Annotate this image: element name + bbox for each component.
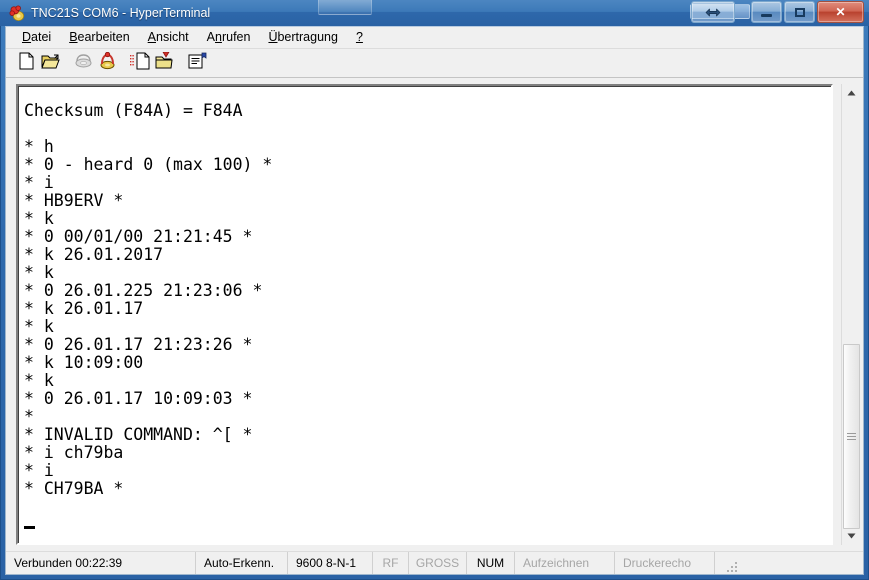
terminal-line: * k 10:09:00 — [24, 353, 144, 372]
terminal-line: * HB9ERV * — [24, 191, 124, 210]
menu-item-help[interactable]: ? — [347, 28, 372, 47]
status-detect: Auto-Erkenn. — [196, 552, 288, 574]
close-icon: ✕ — [835, 5, 846, 19]
status-filler — [715, 552, 863, 574]
menu-item-bearbeiten[interactable]: Bearbeiten — [60, 28, 138, 47]
minimize-icon — [752, 2, 781, 22]
scrollbar-thumb[interactable] — [843, 344, 860, 529]
menu-item-anrufen[interactable]: Anrufen — [198, 28, 260, 47]
terminal-text: Checksum (F84A) = F84A * h * 0 - heard 0 … — [18, 86, 831, 534]
send-file-icon — [130, 52, 150, 75]
close-button[interactable]: ✕ — [817, 1, 864, 23]
terminal-line: * k — [24, 263, 54, 282]
open-folder-icon — [40, 52, 60, 75]
new-connection-button[interactable] — [14, 51, 38, 75]
double-arrow-icon — [692, 2, 734, 22]
status-bar: Verbunden 00:22:39 Auto-Erkenn. 9600 8-N… — [6, 551, 863, 574]
maximize-button[interactable] — [784, 1, 815, 23]
terminal-line: * 0 00/01/00 21:21:45 * — [24, 227, 253, 246]
open-connection-button[interactable] — [38, 51, 62, 75]
status-num: NUM — [467, 552, 515, 574]
menu-item-datei[interactable]: Datei — [13, 28, 60, 47]
minimize-button[interactable] — [751, 1, 782, 23]
terminal-line: * k 26.01.17 — [24, 299, 144, 318]
menu-item-uebertragung[interactable]: Übertragung — [259, 28, 347, 47]
status-connected: Verbunden 00:22:39 — [6, 552, 196, 574]
terminal-line: * 0 26.01.17 10:09:03 * — [24, 389, 253, 408]
restore-size-button[interactable] — [691, 1, 735, 23]
connect-phone-icon — [98, 51, 117, 75]
terminal-line: Checksum (F84A) = F84A — [24, 101, 243, 120]
status-printer-echo: Druckerecho — [615, 552, 715, 574]
connect-button[interactable] — [95, 51, 119, 75]
toolbar-separator-3 — [176, 51, 185, 75]
terminal-line: * k 26.01.2017 — [24, 245, 164, 264]
terminal-line: * 0 26.01.225 21:23:06 * — [24, 281, 263, 300]
terminal-cursor — [24, 516, 831, 534]
status-rf: RF — [373, 552, 409, 574]
terminal-line: * k — [24, 371, 54, 390]
new-connection-icon — [18, 52, 35, 75]
hyperterminal-window: TNC21S COM6 - HyperTerminal ✕ Datei Bear… — [0, 0, 869, 580]
send-file-button[interactable] — [128, 51, 152, 75]
scroll-down-button[interactable] — [842, 527, 861, 545]
caption-buttons: ✕ — [689, 1, 864, 23]
chevron-up-icon — [847, 90, 856, 96]
terminal-line: * k — [24, 317, 54, 336]
properties-button[interactable] — [185, 51, 209, 75]
receive-file-icon — [154, 51, 174, 75]
maximize-icon — [785, 2, 814, 22]
terminal-line: * — [24, 407, 34, 426]
terminal-line: * h — [24, 137, 54, 156]
properties-icon — [187, 52, 207, 75]
title-bar[interactable]: TNC21S COM6 - HyperTerminal ✕ — [0, 0, 869, 26]
status-record: Aufzeichnen — [515, 552, 615, 574]
window-title: TNC21S COM6 - HyperTerminal — [31, 6, 211, 20]
terminal-line: * CH79BA * — [24, 479, 124, 498]
title-bar-left: TNC21S COM6 - HyperTerminal — [8, 0, 210, 26]
toolbar-separator-1 — [62, 51, 71, 75]
toolbar — [6, 49, 863, 78]
menu-item-ansicht[interactable]: Ansicht — [139, 28, 198, 47]
scrollbar-track[interactable] — [842, 102, 861, 529]
terminal-container: Checksum (F84A) = F84A * h * 0 - heard 0 … — [6, 78, 863, 551]
status-caps: GROSS — [409, 552, 467, 574]
status-line-settings: 9600 8-N-1 — [288, 552, 373, 574]
disconnect-phone-icon — [74, 53, 93, 73]
terminal-line: * i ch79ba — [24, 443, 124, 462]
terminal-line: * INVALID COMMAND: ^[ * — [24, 425, 253, 444]
receive-file-button[interactable] — [152, 51, 176, 75]
terminal-line: * 0 - heard 0 (max 100) * — [24, 155, 273, 174]
vertical-scrollbar[interactable] — [841, 84, 861, 545]
scrollbar-grip-icon — [847, 433, 856, 441]
terminal-output-frame[interactable]: Checksum (F84A) = F84A * h * 0 - heard 0 … — [16, 84, 833, 545]
titlebar-glass-decoration — [318, 0, 372, 15]
menu-bar: Datei Bearbeiten Ansicht Anrufen Übertra… — [6, 27, 863, 49]
scroll-up-button[interactable] — [842, 84, 861, 102]
terminal-line: * k — [24, 209, 54, 228]
toolbar-separator-2 — [119, 51, 128, 75]
terminal-line: * i — [24, 173, 54, 192]
client-area: Datei Bearbeiten Ansicht Anrufen Übertra… — [5, 26, 864, 575]
chevron-down-icon — [847, 533, 856, 539]
telephone-icon — [8, 5, 25, 22]
disconnect-button — [71, 51, 95, 75]
terminal-line: * i — [24, 461, 54, 480]
terminal-line: * 0 26.01.17 21:23:26 * — [24, 335, 253, 354]
